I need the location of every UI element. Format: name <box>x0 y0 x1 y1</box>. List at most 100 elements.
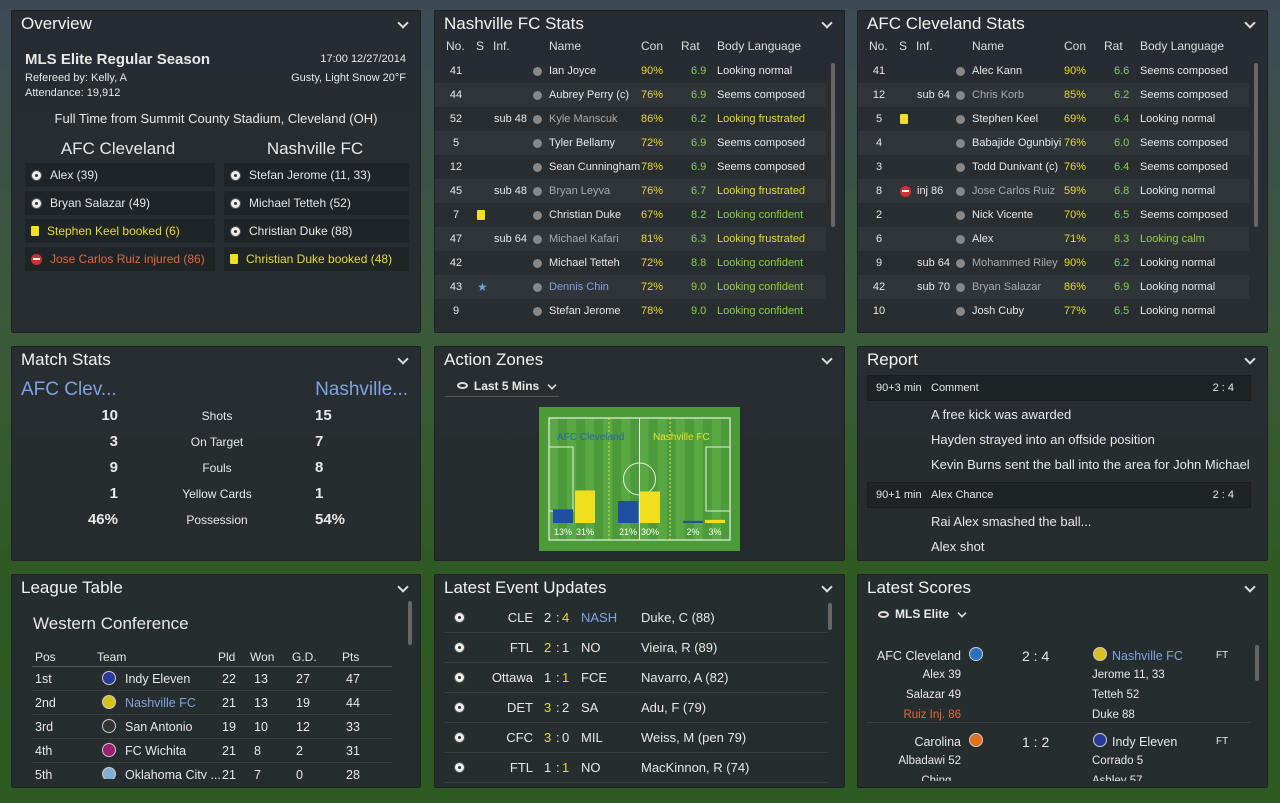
column-header[interactable]: Body Language <box>717 39 801 53</box>
table-row[interactable]: 10 Josh Cuby 77% 6.5 Looking normal <box>858 299 1249 323</box>
table-row[interactable]: 4th FC Wichita 21 8 2 31 <box>32 739 392 763</box>
column-header[interactable]: G.D. <box>292 650 317 664</box>
info-icon[interactable] <box>533 67 542 76</box>
column-header[interactable]: Rat <box>1104 39 1123 53</box>
player-name[interactable]: Ian Joyce <box>549 65 596 77</box>
competition-filter-dropdown[interactable]: MLS Elite <box>870 603 970 625</box>
info-icon[interactable] <box>956 67 965 76</box>
table-row[interactable]: 42 sub 70 Bryan Salazar 86% 6.9 Looking norma… <box>858 275 1249 299</box>
table-row[interactable]: 1st Indy Eleven 22 13 27 47 <box>32 667 392 691</box>
player-name[interactable]: Babajide Ogunbiyi <box>972 137 1061 149</box>
info-icon[interactable] <box>956 163 965 172</box>
table-row[interactable]: 5th Oklahoma City ... 21 7 0 28 <box>32 763 392 779</box>
player-name[interactable]: Jose Carlos Ruiz <box>972 185 1055 197</box>
player-name[interactable]: Stefan Jerome <box>549 305 621 317</box>
player-name[interactable]: Stephen Keel <box>972 113 1038 125</box>
table-row[interactable]: 2 Nick Vicente 70% 6.5 Seems composed <box>858 203 1249 227</box>
column-header[interactable]: Inf. <box>916 39 933 53</box>
player-name[interactable]: Tyler Bellamy <box>549 137 615 149</box>
info-icon[interactable] <box>956 307 965 316</box>
column-header[interactable]: Team <box>97 650 126 664</box>
table-row[interactable]: 52 sub 48 Kyle Manscuk 86% 6.2 Looking frustr… <box>435 107 826 131</box>
team-name[interactable]: San Antonio <box>125 720 192 734</box>
score-game[interactable]: AFC Cleveland 2 : 4 Nashville FC FT Alex 39 S… <box>867 637 1251 723</box>
chevron-down-icon[interactable] <box>820 581 834 595</box>
player-name[interactable]: Mohammed Riley <box>972 257 1058 269</box>
table-row[interactable]: 9 Stefan Jerome 78% 9.0 Looking confident <box>435 299 826 323</box>
info-icon[interactable] <box>956 187 965 196</box>
table-row[interactable]: 12 sub 64 Chris Korb 85% 6.2 Seems composed <box>858 83 1249 107</box>
scrollbar[interactable] <box>831 63 835 227</box>
table-row[interactable]: 12 Sean Cunningham 78% 6.9 Seems composed <box>435 155 826 179</box>
table-row[interactable]: 47 sub 64 Michael Kafari 81% 6.3 Looking frus… <box>435 227 826 251</box>
table-row[interactable]: 7 Christian Duke 67% 8.2 Looking confident <box>435 203 826 227</box>
table-row[interactable]: 2nd Nashville FC 21 13 19 44 <box>32 691 392 715</box>
player-name[interactable]: Todd Dunivant (c) <box>972 161 1058 173</box>
player-name[interactable]: Sean Cunningham <box>549 161 640 173</box>
scrollbar[interactable] <box>1255 645 1259 681</box>
info-icon[interactable] <box>956 259 965 268</box>
chevron-down-icon[interactable] <box>820 353 834 367</box>
event-row[interactable]: DET 3:2 SA Adu, F (79) <box>444 693 828 723</box>
info-icon[interactable] <box>533 211 542 220</box>
table-row[interactable]: 44 Aubrey Perry (c) 76% 6.9 Seems composed <box>435 83 826 107</box>
column-header[interactable]: No. <box>869 39 888 53</box>
info-icon[interactable] <box>956 235 965 244</box>
info-icon[interactable] <box>533 307 542 316</box>
player-name[interactable]: Michael Kafari <box>549 233 619 245</box>
column-header[interactable]: Pos <box>35 650 56 664</box>
column-header[interactable]: Body Language <box>1140 39 1224 53</box>
time-filter-dropdown[interactable]: Last 5 Mins <box>445 375 559 397</box>
column-header[interactable]: S <box>899 39 907 53</box>
table-row[interactable]: 5 Stephen Keel 69% 6.4 Looking normal <box>858 107 1249 131</box>
column-header[interactable]: No. <box>446 39 465 53</box>
team-name[interactable]: Indy Eleven <box>125 672 190 686</box>
player-name[interactable]: Aubrey Perry (c) <box>549 89 629 101</box>
info-icon[interactable] <box>533 283 542 292</box>
table-row[interactable]: 9 sub 64 Mohammed Riley 90% 6.2 Looking norma… <box>858 251 1249 275</box>
player-name[interactable]: Christian Duke <box>549 209 621 221</box>
column-header[interactable]: Inf. <box>493 39 510 53</box>
chevron-down-icon[interactable] <box>1243 353 1257 367</box>
info-icon[interactable] <box>533 187 542 196</box>
info-icon[interactable] <box>956 139 965 148</box>
info-icon[interactable] <box>533 259 542 268</box>
player-name[interactable]: Dennis Chin <box>549 281 609 293</box>
table-row[interactable]: 43 ★ Dennis Chin 72% 9.0 Looking confident <box>435 275 826 299</box>
info-icon[interactable] <box>533 115 542 124</box>
table-row[interactable]: 41 Alec Kann 90% 6.6 Seems composed <box>858 59 1249 83</box>
player-name[interactable]: Nick Vicente <box>972 209 1033 221</box>
table-row[interactable]: 6 Alex 71% 8.3 Looking calm <box>858 227 1249 251</box>
score-game[interactable]: Carolina 1 : 2 Indy Eleven FT Albadawi 52 Chi… <box>867 723 1251 781</box>
player-name[interactable]: Josh Cuby <box>972 305 1024 317</box>
scrollbar[interactable] <box>828 603 832 630</box>
column-header[interactable]: Pld <box>218 650 235 664</box>
event-row[interactable]: CLE 2:4 NASH Duke, C (88) <box>444 603 828 633</box>
chevron-down-icon[interactable] <box>820 17 834 31</box>
player-name[interactable]: Michael Tetteh <box>549 257 620 269</box>
info-icon[interactable] <box>956 115 965 124</box>
table-row[interactable]: 8 inj 86 Jose Carlos Ruiz 59% 6.8 Looking nor… <box>858 179 1249 203</box>
table-row[interactable]: 5 Tyler Bellamy 72% 6.9 Seems composed <box>435 131 826 155</box>
table-row[interactable]: 41 Ian Joyce 90% 6.9 Looking normal <box>435 59 826 83</box>
team-name[interactable]: Nashville FC <box>125 696 196 710</box>
info-icon[interactable] <box>533 91 542 100</box>
chevron-down-icon[interactable] <box>396 353 410 367</box>
table-row[interactable]: 3 Todd Dunivant (c) 76% 6.4 Seems composed <box>858 155 1249 179</box>
column-header[interactable]: S <box>476 39 484 53</box>
chevron-down-icon[interactable] <box>396 581 410 595</box>
column-header[interactable]: Won <box>250 650 274 664</box>
info-icon[interactable] <box>956 91 965 100</box>
info-icon[interactable] <box>956 283 965 292</box>
event-row[interactable]: FTL 2:1 NO Vieira, R (89) <box>444 633 828 663</box>
column-header[interactable]: Name <box>549 39 581 53</box>
event-row[interactable]: CFC 3:0 MIL Weiss, M (pen 79) <box>444 723 828 753</box>
player-name[interactable]: Alec Kann <box>972 65 1022 77</box>
player-name[interactable]: Alex <box>972 233 993 245</box>
player-name[interactable]: Bryan Salazar <box>972 281 1041 293</box>
scrollbar[interactable] <box>1254 63 1258 227</box>
info-icon[interactable] <box>533 235 542 244</box>
scrollbar[interactable] <box>408 601 412 645</box>
chevron-down-icon[interactable] <box>1243 581 1257 595</box>
column-header[interactable]: Con <box>1064 39 1086 53</box>
